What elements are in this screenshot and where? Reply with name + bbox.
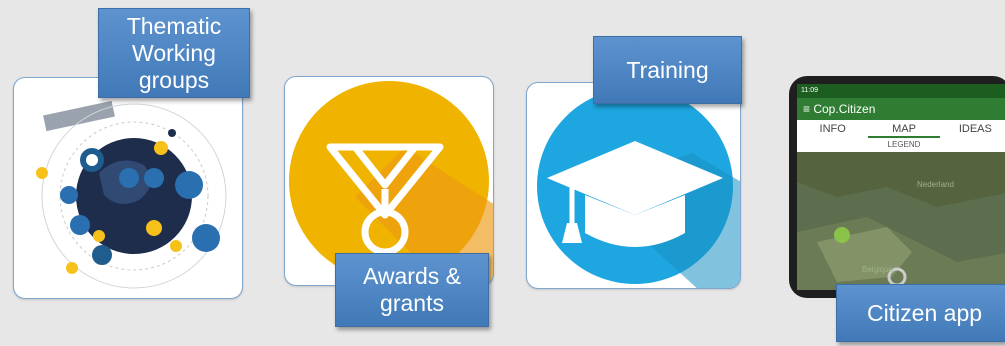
awards-grants-label: Awards & grants xyxy=(335,253,489,327)
graduation-cap-icon xyxy=(537,88,740,288)
app-title-bar[interactable]: ≡ Cop.Citizen xyxy=(797,98,1005,120)
copernicus-services-icon xyxy=(36,100,227,289)
citizen-app-label: Citizen app xyxy=(836,284,1005,342)
tab-info[interactable]: INFO xyxy=(797,120,868,138)
training-card[interactable] xyxy=(526,82,741,289)
citizen-app-text: Citizen app xyxy=(866,299,983,326)
citizen-app-phone[interactable]: 11:09 ≡ Cop.Citizen INFO MAP IDEAS LEGEN… xyxy=(789,76,1005,298)
tab-ideas[interactable]: IDEAS xyxy=(940,120,1005,138)
awards-line-1: Awards & xyxy=(362,263,461,289)
thematic-line-2: Working xyxy=(132,39,216,66)
thematic-card[interactable] xyxy=(13,77,243,299)
tab-map[interactable]: MAP xyxy=(868,120,940,138)
map-label-belgique: Belgique xyxy=(862,265,894,274)
map-view[interactable]: Nederland Belgique xyxy=(797,152,1005,290)
status-bar: 11:09 xyxy=(797,84,1005,98)
tab-bar: INFO MAP IDEAS xyxy=(797,120,1005,138)
phone-screen: 11:09 ≡ Cop.Citizen INFO MAP IDEAS LEGEN… xyxy=(797,84,1005,290)
legend-bar[interactable]: LEGEND xyxy=(797,138,1005,153)
training-text: Training xyxy=(626,56,709,83)
map-label-nederland: Nederland xyxy=(917,180,954,189)
awards-line-2: grants xyxy=(380,290,444,316)
app-title: Cop.Citizen xyxy=(813,102,876,116)
thematic-line-3: groups xyxy=(138,66,210,93)
training-label: Training xyxy=(593,36,742,104)
thematic-working-groups-label: Thematic Working groups xyxy=(98,8,250,98)
thematic-line-1: Thematic xyxy=(126,12,222,39)
